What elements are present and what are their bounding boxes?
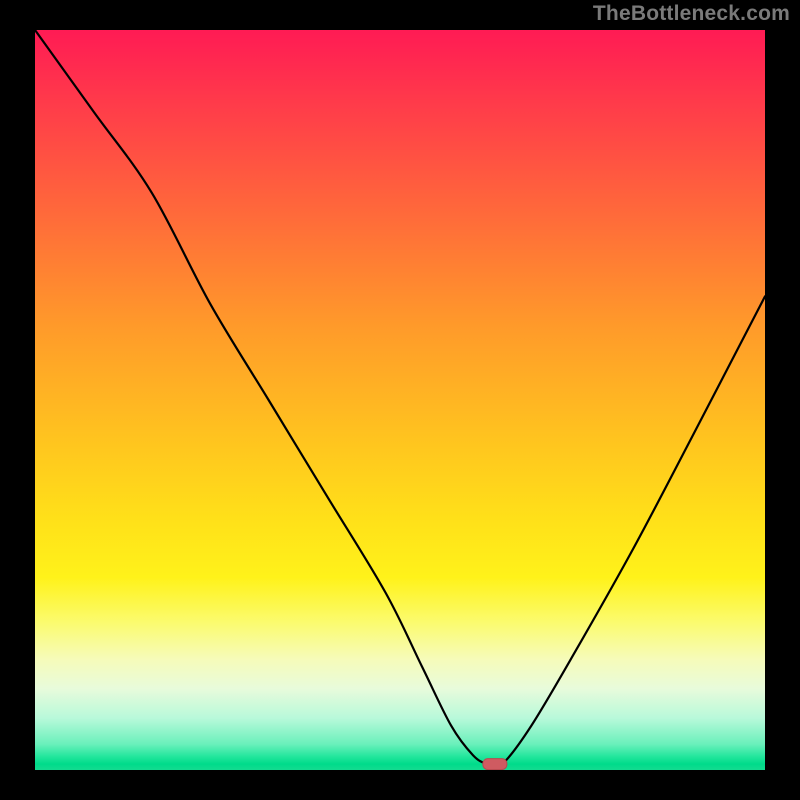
watermark-text: TheBottleneck.com: [593, 2, 790, 26]
optimum-marker: [483, 759, 507, 770]
plot-area: [35, 30, 765, 770]
bottleneck-curve: [35, 30, 765, 767]
chart-overlay: [35, 30, 765, 770]
chart-canvas: TheBottleneck.com: [0, 0, 800, 800]
